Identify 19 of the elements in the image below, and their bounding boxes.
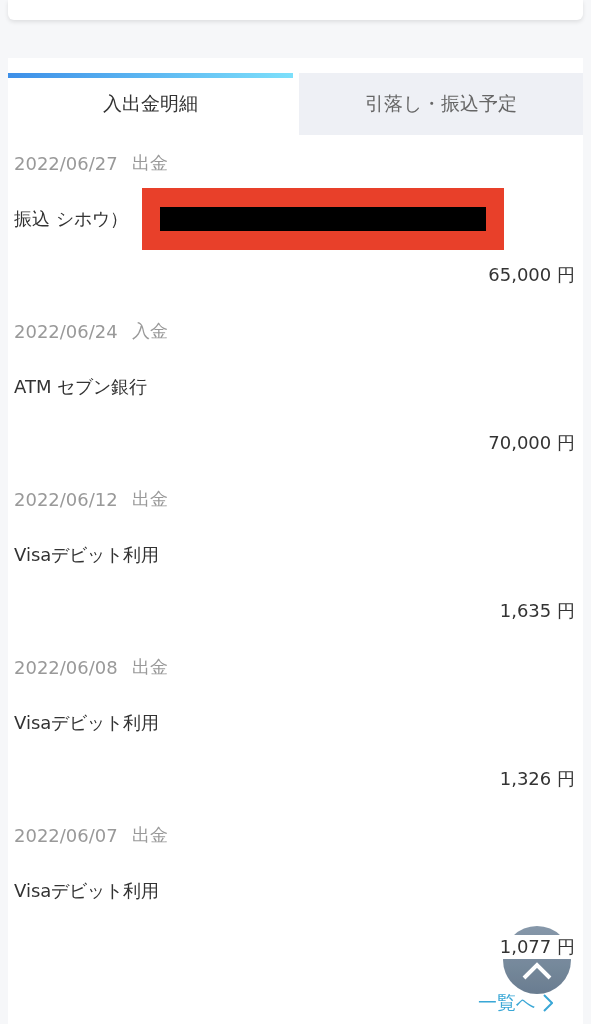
- transaction-description: 振込 シホウ）: [14, 207, 128, 231]
- transaction-description: Visaデビット利用: [14, 879, 160, 903]
- transaction-type: 出金: [131, 151, 168, 175]
- list-link[interactable]: 一覧へ: [478, 990, 535, 1016]
- tab[interactable]: 引落し・振込予定: [298, 73, 583, 135]
- transaction-description: Visaデビット利用: [14, 711, 160, 735]
- chevron-right-icon: [543, 994, 553, 1012]
- transaction-date: 2022/06/07: [14, 824, 118, 846]
- transaction-date: 2022/06/24: [14, 320, 118, 342]
- transaction-type: 出金: [131, 823, 168, 847]
- transaction-type: 出金: [131, 487, 168, 511]
- transaction-date: 2022/06/08: [14, 656, 118, 678]
- transaction-type: 入金: [131, 319, 168, 343]
- transaction-description: Visaデビット利用: [14, 543, 160, 567]
- transaction-date: 2022/06/12: [14, 488, 118, 510]
- transaction-date: 2022/06/27: [14, 152, 118, 174]
- transaction-type: 出金: [131, 655, 168, 679]
- chevron-up-icon: [522, 962, 552, 980]
- transaction-description: ATM セブン銀行: [14, 375, 148, 399]
